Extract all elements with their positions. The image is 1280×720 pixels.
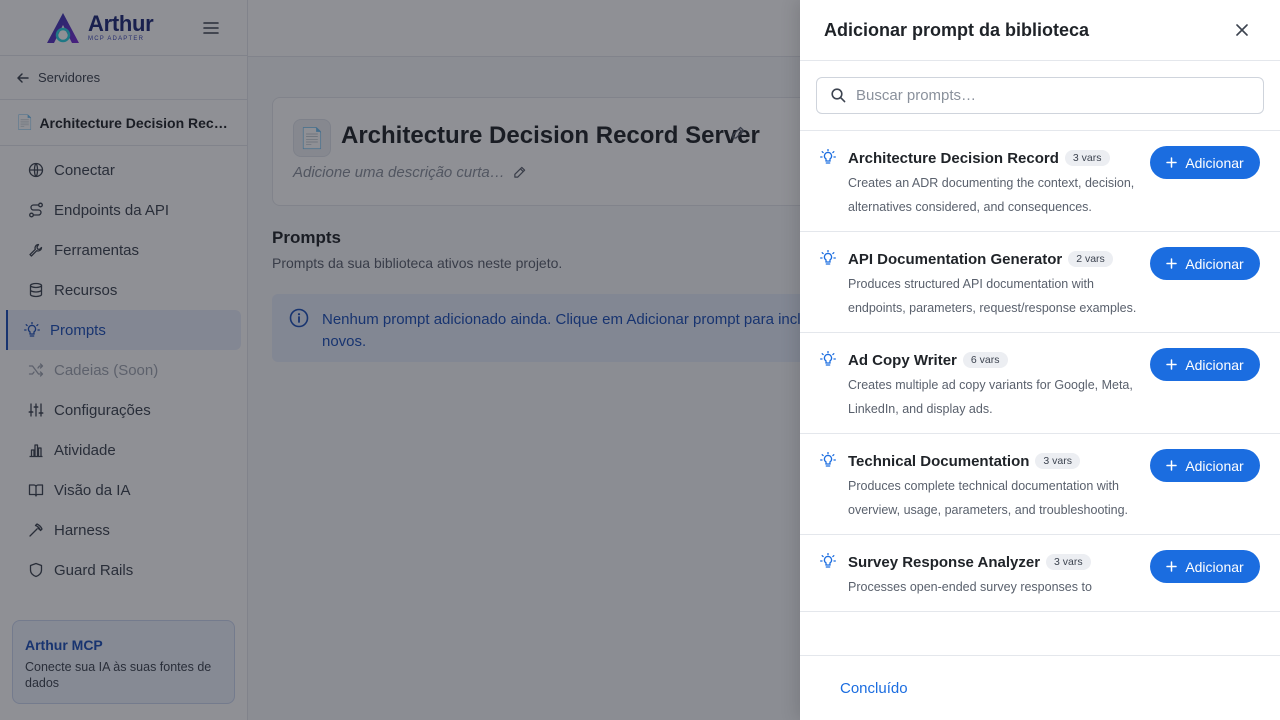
prompt-description: Processes open-ended survey responses to — [848, 580, 1092, 594]
drawer-footer: Concluído — [800, 655, 1280, 720]
prompt-description: Produces structured API documentation wi… — [848, 277, 1137, 315]
add-label: Adicionar — [1185, 356, 1244, 373]
list-item: Technical Documentation 3 vars Produces … — [800, 434, 1280, 535]
lightbulb-icon — [820, 250, 836, 265]
add-label: Adicionar — [1185, 255, 1244, 272]
prompt-name: API Documentation Generator — [848, 250, 1063, 268]
lightbulb-icon — [820, 553, 836, 568]
plus-icon — [1166, 157, 1178, 168]
done-button[interactable]: Concluído — [840, 680, 908, 697]
search-box[interactable] — [816, 77, 1264, 114]
search-section — [800, 61, 1280, 131]
list-item: Architecture Decision Record 3 vars Crea… — [800, 131, 1280, 232]
list-item: Survey Response Analyzer 3 vars Processe… — [800, 535, 1280, 612]
modal-overlay[interactable] — [0, 0, 800, 720]
list-item: API Documentation Generator 2 vars Produ… — [800, 232, 1280, 333]
add-prompt-button[interactable]: Adicionar — [1150, 247, 1260, 280]
vars-badge: 3 vars — [1064, 150, 1110, 166]
search-icon — [831, 88, 846, 103]
drawer-header: Adicionar prompt da biblioteca — [800, 0, 1280, 61]
prompt-name: Technical Documentation — [848, 452, 1030, 470]
drawer-title: Adicionar prompt da biblioteca — [824, 19, 1090, 40]
prompt-name: Architecture Decision Record — [848, 149, 1059, 167]
lightbulb-icon — [820, 149, 836, 164]
plus-icon — [1166, 460, 1178, 471]
add-label: Adicionar — [1185, 558, 1244, 575]
prompt-description: Creates multiple ad copy variants for Go… — [848, 378, 1133, 416]
search-input[interactable] — [856, 87, 1236, 104]
close-button[interactable] — [1228, 16, 1256, 44]
lightbulb-icon — [820, 351, 836, 366]
plus-icon — [1166, 359, 1178, 370]
lightbulb-icon — [820, 452, 836, 467]
close-icon — [1236, 24, 1248, 36]
add-prompt-drawer: Adicionar prompt da biblioteca Architect… — [800, 0, 1280, 720]
plus-icon — [1166, 258, 1178, 269]
vars-badge: 2 vars — [1068, 251, 1113, 267]
add-prompt-button[interactable]: Adicionar — [1150, 146, 1260, 179]
vars-badge: 3 vars — [1046, 554, 1091, 570]
prompt-name: Survey Response Analyzer — [848, 553, 1041, 571]
add-prompt-button[interactable]: Adicionar — [1150, 449, 1260, 482]
vars-badge: 6 vars — [962, 352, 1008, 368]
prompt-name: Ad Copy Writer — [848, 351, 957, 369]
add-prompt-button[interactable]: Adicionar — [1150, 550, 1260, 583]
prompt-description: Produces complete technical documentatio… — [848, 479, 1129, 517]
prompt-description: Creates an ADR documenting the context, … — [848, 176, 1135, 214]
prompt-list: Architecture Decision Record 3 vars Crea… — [800, 131, 1280, 655]
add-label: Adicionar — [1185, 457, 1244, 474]
list-item: Ad Copy Writer 6 vars Creates multiple a… — [800, 333, 1280, 434]
add-label: Adicionar — [1185, 154, 1244, 171]
add-prompt-button[interactable]: Adicionar — [1150, 348, 1260, 381]
vars-badge: 3 vars — [1035, 453, 1081, 469]
plus-icon — [1166, 561, 1178, 572]
